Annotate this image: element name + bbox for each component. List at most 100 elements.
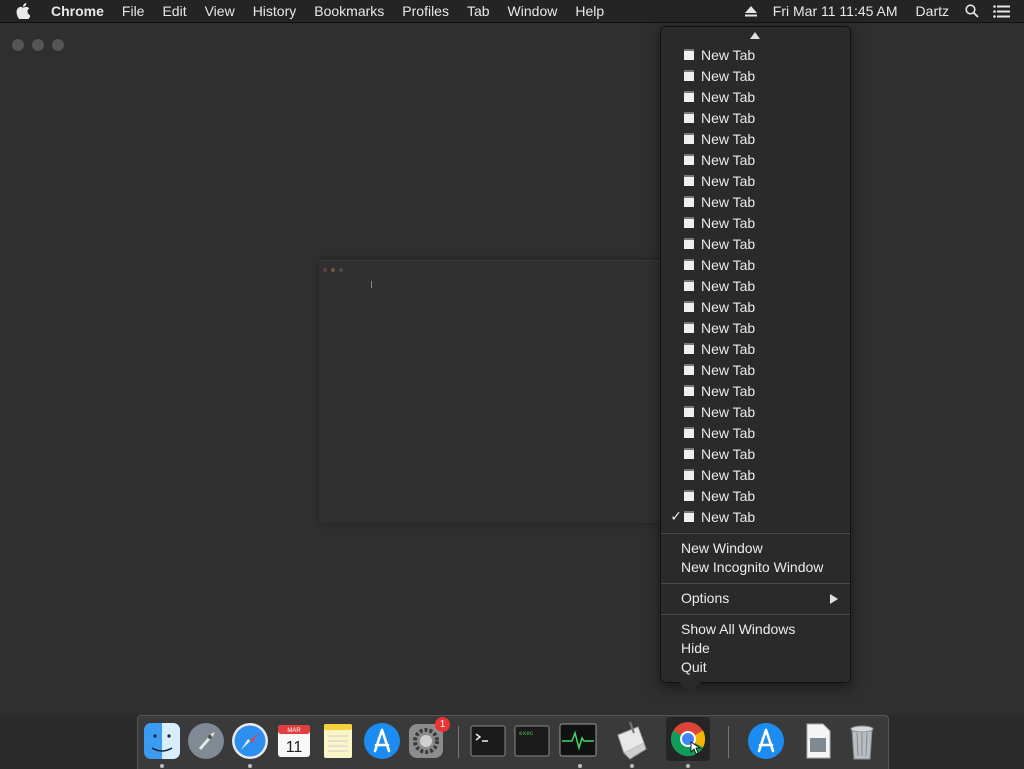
new-incognito-window-item[interactable]: New Incognito Window — [681, 558, 823, 577]
tab-menu-item[interactable]: New Tab — [661, 464, 850, 485]
spotlight-search-icon[interactable] — [958, 0, 986, 22]
page-icon — [684, 343, 694, 354]
tab-menu-item[interactable]: New Tab — [661, 65, 850, 86]
menu-separator — [661, 583, 850, 584]
page-icon — [684, 406, 694, 417]
tab-menu-item[interactable]: New Tab — [661, 170, 850, 191]
tab-menu-item[interactable]: New Tab — [661, 401, 850, 422]
tab-menu-item[interactable]: New Tab — [661, 317, 850, 338]
calendar-month: MAR — [287, 728, 301, 734]
chrome-icon[interactable] — [666, 717, 710, 761]
tab-label: New Tab — [701, 151, 756, 168]
tab-menu-item[interactable]: New Tab — [661, 359, 850, 380]
menu-help[interactable]: Help — [566, 0, 613, 22]
launchpad-icon[interactable] — [186, 721, 226, 761]
menu-bookmarks[interactable]: Bookmarks — [305, 0, 393, 22]
quit-item[interactable]: Quit — [681, 658, 707, 677]
app-store-icon[interactable] — [362, 721, 402, 761]
tab-label: New Tab — [701, 403, 756, 420]
tab-label: New Tab — [701, 508, 756, 525]
page-icon — [684, 469, 694, 480]
scroll-up-arrow-icon[interactable] — [750, 32, 760, 39]
system-preferences-icon[interactable]: 1 — [406, 717, 450, 761]
menu-file[interactable]: File — [113, 0, 154, 22]
options-item[interactable]: Options — [681, 589, 729, 608]
menu-separator — [661, 614, 850, 615]
tab-menu-item[interactable]: New Tab — [661, 422, 850, 443]
menu-profiles[interactable]: Profiles — [393, 0, 458, 22]
page-icon — [684, 427, 694, 438]
tab-menu-item[interactable]: New Tab — [661, 296, 850, 317]
terminal-icon[interactable] — [468, 721, 508, 761]
tab-menu-item[interactable]: New Tab — [661, 380, 850, 401]
tab-label: New Tab — [701, 46, 756, 63]
inner-blank-window — [319, 260, 661, 523]
tab-menu-item[interactable]: New Tab — [661, 149, 850, 170]
tab-menu-item[interactable]: New Tab — [661, 443, 850, 464]
tab-menu-item[interactable]: New Tab — [661, 233, 850, 254]
notes-icon[interactable] — [318, 721, 358, 761]
activity-monitor-icon[interactable] — [558, 721, 598, 761]
tab-menu-item[interactable]: New Tab — [661, 191, 850, 212]
trash-icon[interactable] — [842, 721, 882, 761]
eject-icon[interactable] — [738, 0, 764, 22]
close-window-button[interactable] — [12, 39, 24, 51]
tab-label: New Tab — [701, 130, 756, 147]
tab-label: New Tab — [701, 382, 756, 399]
tab-menu-item[interactable]: New Tab — [661, 128, 850, 149]
running-indicator — [578, 764, 582, 768]
menu-user[interactable]: Dartz — [907, 0, 958, 22]
chrome-dock-menu: New Tab New Tab New Tab New Tab New Tab New T… — [660, 26, 851, 693]
dock: MAR 11 1 exec — [137, 715, 889, 769]
exec-icon[interactable]: exec — [512, 721, 552, 761]
tab-menu-item[interactable]: New Tab — [661, 254, 850, 275]
page-icon — [684, 133, 694, 144]
page-icon — [684, 322, 694, 333]
menu-edit[interactable]: Edit — [153, 0, 195, 22]
tab-label: New Tab — [701, 88, 756, 105]
calendar-day: 11 — [286, 739, 303, 756]
notification-badge: 1 — [435, 717, 450, 732]
menu-history[interactable]: History — [244, 0, 306, 22]
running-indicator — [248, 764, 252, 768]
minimize-window-button[interactable] — [32, 39, 44, 51]
menu-pointer — [679, 682, 701, 693]
page-icon — [684, 49, 694, 60]
finder-icon[interactable] — [142, 721, 182, 761]
tab-menu-item[interactable]: New Tab — [661, 44, 850, 65]
tab-menu-item[interactable]: New Tab — [661, 275, 850, 296]
show-all-windows-item[interactable]: Show All Windows — [681, 620, 795, 639]
page-icon — [684, 112, 694, 123]
page-icon — [684, 238, 694, 249]
app-store-downloads-icon[interactable] — [746, 721, 786, 761]
tab-menu-item[interactable]: New Tab — [661, 212, 850, 233]
tab-menu-item[interactable]: New Tab — [661, 86, 850, 107]
page-icon — [684, 70, 694, 81]
text-cursor — [371, 281, 372, 288]
running-indicator — [686, 764, 690, 768]
dock-separator — [728, 726, 729, 758]
menu-app-name[interactable]: Chrome — [42, 0, 113, 22]
tab-menu-item[interactable]: New Tab — [661, 107, 850, 128]
calendar-icon[interactable]: MAR 11 — [274, 721, 314, 761]
menu-clock[interactable]: Fri Mar 11 11:45 AM — [764, 0, 907, 22]
safari-icon[interactable] — [230, 721, 270, 761]
tab-label: New Tab — [701, 235, 756, 252]
tab-label: New Tab — [701, 424, 756, 441]
new-window-item[interactable]: New Window — [681, 539, 763, 558]
menu-tab[interactable]: Tab — [458, 0, 499, 22]
page-icon — [684, 490, 694, 501]
tab-menu-item[interactable]: New Tab — [661, 485, 850, 506]
document-stack-icon[interactable] — [798, 721, 838, 761]
tab-menu-item[interactable]: ✓ New Tab — [661, 506, 850, 527]
script-editor-icon[interactable] — [610, 721, 650, 761]
tab-menu-item[interactable]: New Tab — [661, 338, 850, 359]
notification-center-icon[interactable] — [986, 0, 1024, 22]
menu-window[interactable]: Window — [499, 0, 567, 22]
exec-label: exec — [519, 730, 534, 737]
page-icon — [684, 364, 694, 375]
menu-view[interactable]: View — [196, 0, 244, 22]
hide-item[interactable]: Hide — [681, 639, 710, 658]
apple-icon[interactable] — [0, 0, 42, 22]
zoom-window-button[interactable] — [52, 39, 64, 51]
